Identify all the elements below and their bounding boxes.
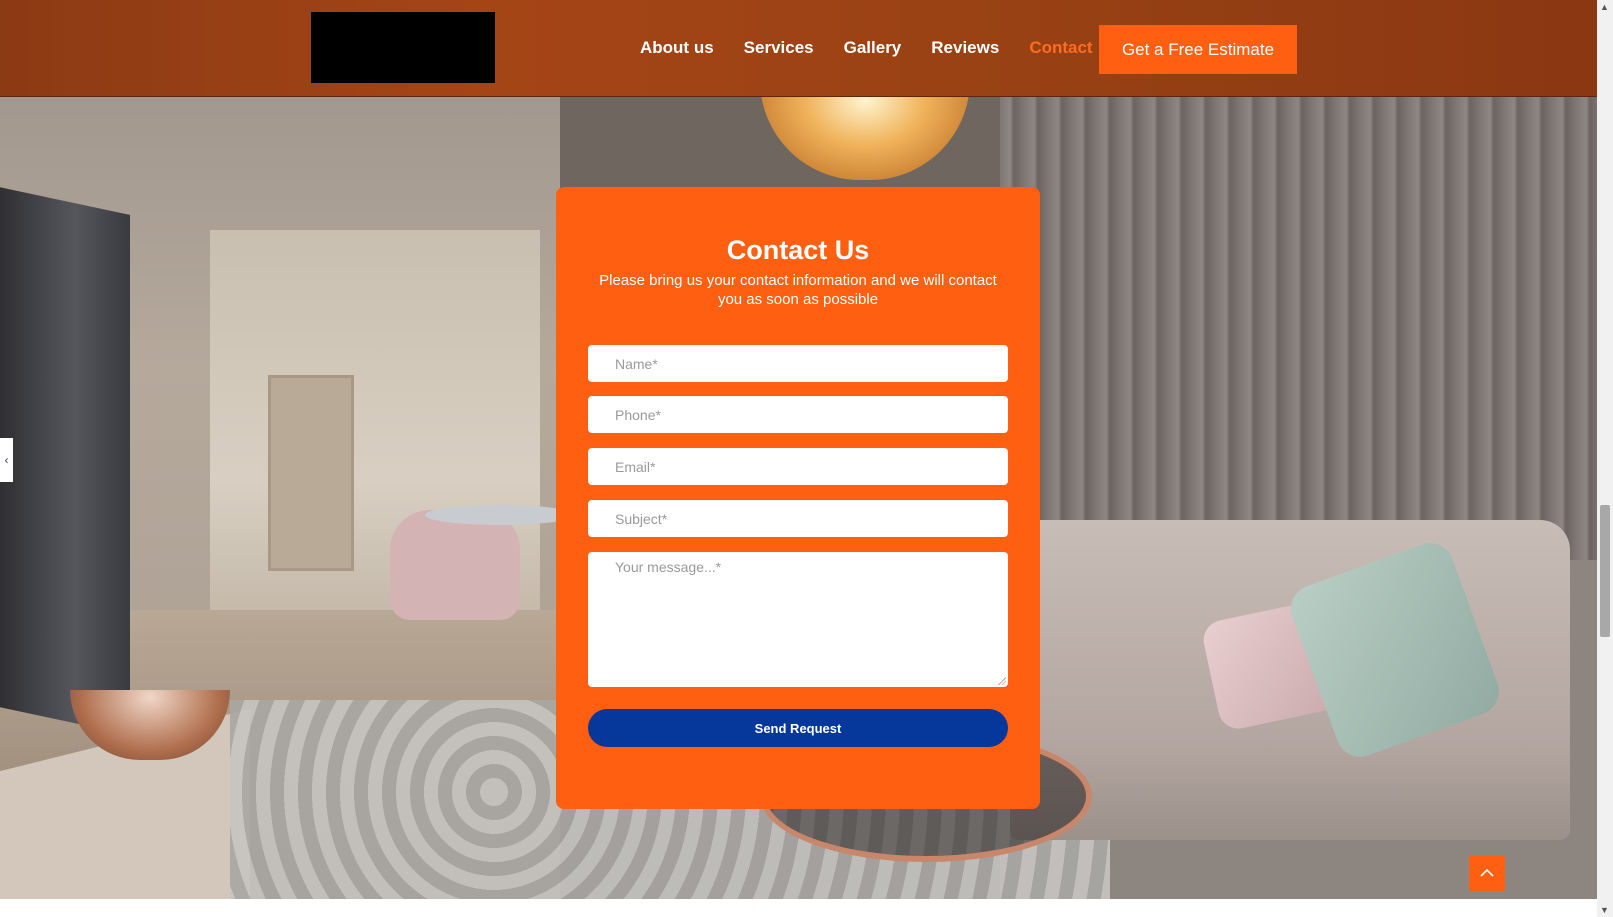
nav-item-about-us[interactable]: About us [640, 38, 714, 58]
name-placeholder: Name* [615, 355, 658, 372]
resize-handle-icon[interactable] [998, 677, 1006, 685]
send-request-button[interactable]: Send Request [588, 709, 1008, 747]
name-input[interactable]: Name* [588, 345, 1008, 382]
phone-input[interactable]: Phone* [588, 396, 1008, 433]
phone-placeholder: Phone* [615, 406, 661, 423]
chevron-left-icon: ‹ [4, 453, 9, 467]
free-estimate-button[interactable]: Get a Free Estimate [1099, 25, 1297, 74]
back-to-top-button[interactable] [1469, 855, 1505, 891]
tv [0, 185, 130, 735]
email-placeholder: Email* [615, 458, 656, 475]
main-nav: About us Services Gallery Reviews Contac… [640, 0, 1123, 96]
scrollbar-thumb[interactable] [1600, 505, 1610, 637]
scroll-down-arrow-icon[interactable]: ▼ [1600, 905, 1609, 915]
contact-subtitle: Please bring us your contact information… [599, 272, 997, 308]
door [268, 375, 354, 571]
email-input[interactable]: Email* [588, 448, 1008, 485]
scroll-up-arrow-icon[interactable]: ▲ [1600, 2, 1609, 12]
side-panel-toggle[interactable]: ‹ [0, 438, 13, 482]
dining-table [425, 505, 575, 525]
pink-chair [390, 510, 520, 620]
subject-placeholder: Subject* [615, 510, 668, 527]
nav-item-services[interactable]: Services [744, 38, 814, 58]
nav-item-gallery[interactable]: Gallery [844, 38, 902, 58]
contact-form-card: Contact Us Please bring us your contact … [556, 187, 1040, 809]
site-logo[interactable] [311, 12, 495, 83]
page-scrollbar[interactable]: ▲ ▼ [1597, 0, 1613, 917]
message-textarea[interactable]: Your message...* [588, 552, 1008, 687]
chevron-up-icon [1480, 868, 1494, 877]
site-header: About us Services Gallery Reviews Contac… [0, 0, 1597, 97]
nav-item-reviews[interactable]: Reviews [931, 38, 999, 58]
nav-item-contact[interactable]: Contact [1029, 38, 1092, 58]
contact-title: Contact Us [726, 235, 870, 265]
next-section-edge [0, 899, 1597, 917]
subject-input[interactable]: Subject* [588, 500, 1008, 537]
message-placeholder: Your message...* [615, 559, 722, 575]
